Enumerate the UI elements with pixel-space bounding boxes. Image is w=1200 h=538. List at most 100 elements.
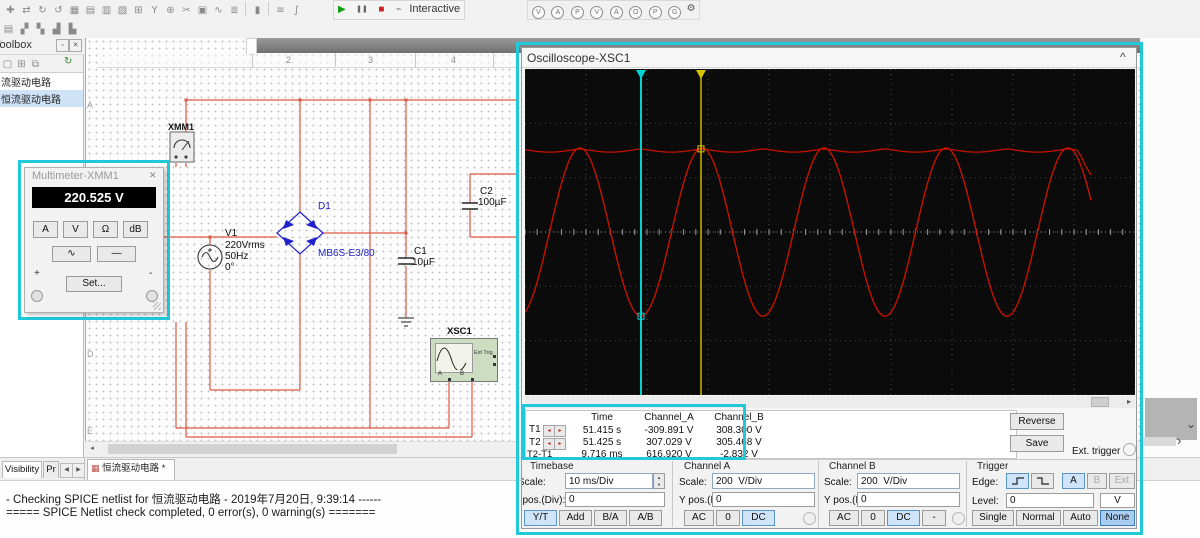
- rising-edge-button[interactable]: [1006, 473, 1029, 489]
- graph-view-icon[interactable]: ▟: [49, 22, 64, 37]
- add-button[interactable]: Add: [559, 510, 592, 526]
- toolbar-icon[interactable]: ✚: [3, 3, 18, 18]
- simulation-mode-dropdown[interactable]: Interactive: [409, 3, 460, 15]
- scroll-thumb[interactable]: [108, 444, 397, 454]
- toolbar-icon[interactable]: ⊕: [163, 3, 178, 18]
- xsc1-instrument-icon[interactable]: Ext Trig A B: [430, 338, 498, 382]
- toolbar-icon[interactable]: ↻: [35, 3, 50, 18]
- negative-terminal[interactable]: [146, 290, 158, 302]
- chevron-down-icon[interactable]: ⌄: [1186, 417, 1196, 431]
- single-button[interactable]: Single: [972, 510, 1014, 526]
- none-button[interactable]: None: [1100, 510, 1135, 526]
- reverse-button[interactable]: Reverse: [1010, 413, 1064, 430]
- toolbar-icon[interactable]: ⊞: [131, 3, 146, 18]
- t2-right-button[interactable]: ▸: [554, 438, 566, 450]
- mode-db-button[interactable]: dB: [123, 221, 148, 238]
- graph-view-icon[interactable]: ▙: [65, 22, 80, 37]
- tree-item-circuit-selected[interactable]: 恒流驱动电路: [0, 90, 83, 107]
- channel-a-ac-button[interactable]: AC: [684, 510, 714, 526]
- c2-refdes[interactable]: C2: [480, 186, 493, 197]
- oscilloscope-window[interactable]: Oscilloscope-XSC1 ^ ▸ T1 ◂ ▸ T2 ◂ ▸ T2-T…: [521, 47, 1137, 529]
- scope-screen[interactable]: [524, 68, 1136, 396]
- graph-view-icon[interactable]: ▞: [17, 22, 32, 37]
- toolbar-icon[interactable]: ▦: [67, 3, 82, 18]
- toolbar-icon[interactable]: ▥: [99, 3, 114, 18]
- probe-osc-icon[interactable]: O: [629, 6, 643, 19]
- tree-item-circuit[interactable]: 流驱动电路: [0, 73, 83, 90]
- toolbar-icon[interactable]: ≣: [227, 3, 242, 18]
- channel-b-minus-button[interactable]: -: [922, 510, 946, 526]
- new-schematic-icon[interactable]: ▢: [1, 58, 14, 71]
- mode-volts-button[interactable]: V: [63, 221, 88, 238]
- toolbox-collapse-button[interactable]: ▫: [56, 39, 69, 52]
- dc-mode-button[interactable]: —: [97, 246, 136, 262]
- toolbar-icon[interactable]: ≡: [273, 3, 288, 18]
- channel-b-scale-input[interactable]: 200 V/Div: [857, 473, 960, 489]
- yt-button[interactable]: Y/T: [524, 510, 557, 526]
- tab-visibility[interactable]: Visibility: [2, 461, 42, 478]
- arrow-right-icon[interactable]: ›: [1177, 433, 1181, 448]
- probe-param-icon[interactable]: P: [648, 6, 662, 19]
- probe-power-icon[interactable]: P: [570, 6, 584, 19]
- toolbox-close-button[interactable]: ✕: [69, 39, 82, 52]
- multimeter-dialog[interactable]: Multimeter-XMM1 ✕ 220.525 V A V Ω dB ∿ —…: [24, 167, 164, 313]
- ba-button[interactable]: B/A: [594, 510, 627, 526]
- channel-b-dc-button[interactable]: DC: [887, 510, 920, 526]
- toolbar-icon[interactable]: ✂: [179, 3, 194, 18]
- sheet-tab-active[interactable]: ▦ 恒流驱动电路 *: [87, 459, 175, 480]
- scroll-left-button[interactable]: ◂: [86, 443, 98, 455]
- graph-view-icon[interactable]: ▤: [1, 22, 16, 37]
- v1-refdes[interactable]: V1: [225, 228, 237, 239]
- normal-button[interactable]: Normal: [1016, 510, 1061, 526]
- falling-edge-button[interactable]: [1031, 473, 1054, 489]
- channel-a-zero-button[interactable]: 0: [716, 510, 740, 526]
- toolbar-icon[interactable]: Y: [147, 3, 162, 18]
- scope-scroll-right-icon[interactable]: ▸: [1123, 396, 1135, 408]
- timebase-xpos-input[interactable]: 0: [565, 492, 665, 507]
- stop-button[interactable]: ■: [378, 4, 384, 15]
- spinner-up-icon[interactable]: ▲: [654, 474, 664, 481]
- xsc1-label[interactable]: XSC1: [447, 326, 472, 337]
- mode-amps-button[interactable]: A: [33, 221, 58, 238]
- collapse-icon[interactable]: ^: [1120, 50, 1126, 64]
- d1-partnumber[interactable]: MB6S-E3/80: [318, 248, 375, 259]
- channel-b-ac-button[interactable]: AC: [829, 510, 859, 526]
- probe-voltage-icon[interactable]: V: [532, 6, 545, 19]
- spinner-down-icon[interactable]: ▼: [654, 481, 664, 488]
- channel-a-ypos-input[interactable]: 0: [712, 492, 815, 507]
- tab-project[interactable]: Pr: [43, 461, 59, 478]
- channel-b-zero-button[interactable]: 0: [861, 510, 885, 526]
- auto-button[interactable]: Auto: [1063, 510, 1098, 526]
- xmm1-label[interactable]: XMM1: [168, 122, 194, 132]
- toolbar-icon[interactable]: ▮: [250, 3, 265, 18]
- toolbar-icon[interactable]: ▤: [83, 3, 98, 18]
- probe-current-icon[interactable]: A: [551, 6, 565, 19]
- open-folder-icon[interactable]: ⊞: [15, 58, 28, 71]
- toolbar-icon[interactable]: ∿: [211, 3, 226, 18]
- probe-gain-icon[interactable]: G: [668, 6, 682, 19]
- channel-a-scale-input[interactable]: 200 V/Div: [712, 473, 815, 489]
- scope-hscrollbar[interactable]: ▸: [525, 396, 1135, 408]
- copy-icon[interactable]: ⧉: [29, 58, 42, 71]
- scope-scroll-thumb[interactable]: [1091, 397, 1109, 407]
- trigger-ext-button[interactable]: Ext: [1109, 473, 1135, 489]
- run-button[interactable]: ▶: [338, 4, 346, 15]
- channel-a-dc-button[interactable]: DC: [742, 510, 775, 526]
- trigger-b-button[interactable]: B: [1087, 473, 1107, 489]
- mode-ohms-button[interactable]: Ω: [93, 221, 118, 238]
- trigger-a-button[interactable]: A: [1062, 473, 1085, 489]
- positive-terminal[interactable]: [31, 290, 43, 302]
- ac-mode-button[interactable]: ∿: [52, 246, 91, 262]
- toolbar-icon[interactable]: ∫: [289, 3, 304, 18]
- toolbar-icon[interactable]: ⇄: [19, 3, 34, 18]
- multimeter-close-icon[interactable]: ✕: [149, 170, 157, 181]
- t1-right-button[interactable]: ▸: [554, 425, 566, 437]
- probe-voltage-ref-icon[interactable]: V: [590, 6, 604, 19]
- trigger-level-unit[interactable]: V: [1100, 493, 1135, 508]
- d1-refdes[interactable]: D1: [318, 201, 331, 212]
- timebase-spinner[interactable]: ▲ ▼: [653, 473, 665, 489]
- pause-button[interactable]: ❚❚: [356, 6, 368, 13]
- timebase-scale-input[interactable]: 10 ms/Div: [565, 473, 653, 489]
- resize-grip[interactable]: [153, 302, 161, 310]
- ab-button[interactable]: A/B: [629, 510, 662, 526]
